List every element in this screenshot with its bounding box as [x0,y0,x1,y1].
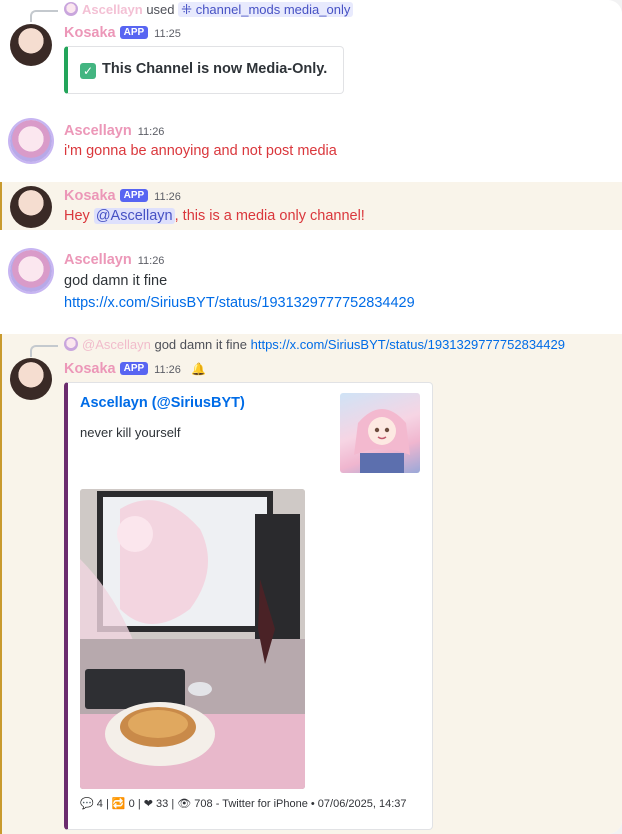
avatar[interactable] [10,120,52,162]
view-count: 708 [194,798,213,810]
message-header: Ascellayn 11:26 [64,122,164,140]
chat-log: Ascellayn used ⁜ channel_mods media_only… [0,0,622,834]
embed-image[interactable] [80,489,305,789]
embed-description: never kill yourself [80,425,181,440]
avatar[interactable] [10,358,52,400]
message-kosaka-1: Ascellayn used ⁜ channel_mods media_only… [0,0,622,100]
bell-icon: 🔔 [191,362,207,376]
app-badge: APP [119,362,149,375]
username[interactable]: Ascellayn [64,252,132,268]
command-pill[interactable]: ⁜ channel_mods media_only [178,2,354,17]
like-count: 33 [156,798,169,810]
message-header: Ascellayn 11:26 [64,251,164,269]
avatar-mini [64,2,78,16]
reply-username[interactable]: Ascellayn [82,2,143,17]
embed-description: ✓ This Channel is now Media-Only. [80,61,327,79]
reply-used-label: used [146,2,175,17]
command-icon: ⁜ [181,2,193,17]
reply-context[interactable]: @Ascellayn god damn it fine https://x.co… [64,337,565,352]
reply-count: 4 [96,798,103,810]
message-text: Hey @Ascellayn, this is a media only cha… [64,208,365,224]
reply-context[interactable]: Ascellayn used ⁜ channel_mods media_only [64,2,354,18]
reply-connector [30,10,58,22]
message-header: Kosaka APP 11:26 [64,187,181,205]
command-name: channel_mods media_only [195,2,351,17]
tweet-date: 07/06/2025, 14:37 [317,798,407,810]
tweet-source: Twitter for iPhone [222,798,308,810]
avatar-mini [64,337,78,351]
embed-thumbnail[interactable] [340,393,420,473]
user-mention[interactable]: @Ascellayn [93,208,175,224]
reply-connector [30,345,58,357]
timestamp[interactable]: 11:26 [138,255,165,267]
embed-footer: 💬 4 | 🔁 0 | ❤ 33 | 👁 708 - Twitter for i… [80,797,407,810]
message-header: Kosaka APP 11:25 [64,24,181,42]
avatar[interactable] [10,250,52,292]
username[interactable]: Ascellayn [64,123,132,139]
tweet-link[interactable]: https://x.com/SiriusBYT/status/193132977… [64,295,415,311]
reply-link[interactable]: https://x.com/SiriusBYT/status/193132977… [251,337,565,352]
reply-text: god damn it fine [154,337,247,352]
username[interactable]: Kosaka [64,188,116,204]
username[interactable]: Kosaka [64,361,116,377]
message-kosaka-2: Kosaka APP 11:26 Hey @Ascellayn, this is a… [0,182,622,230]
message-text: god damn it fine [64,273,168,289]
message-ascellayn-1: Ascellayn 11:26 i'm gonna be annoying and… [0,110,622,180]
avatar[interactable] [10,186,52,228]
timestamp[interactable]: 11:26 [154,364,181,376]
embed-text: This Channel is now Media-Only. [102,61,328,77]
comment-icon: 💬 [80,797,94,810]
embed-author[interactable]: Ascellayn (@SiriusBYT) [80,395,245,411]
message-ascellayn-2: Ascellayn 11:26 god damn it fine https://… [0,240,622,330]
message-text: i'm gonna be annoying and not post media [64,143,337,159]
eye-icon: 👁 [177,797,192,810]
app-badge: APP [119,26,149,39]
message-header: Kosaka APP 11:26 🔔 [64,360,206,378]
app-badge: APP [119,189,149,202]
tweet-embed: Ascellayn (@SiriusBYT) never kill yourse… [64,382,433,830]
reply-username[interactable]: @Ascellayn [82,337,151,352]
username[interactable]: Kosaka [64,25,116,41]
retweet-icon: 🔁 [111,797,126,810]
timestamp[interactable]: 11:25 [154,28,181,40]
timestamp[interactable]: 11:26 [138,126,165,138]
text-prefix: Hey [64,208,94,224]
timestamp[interactable]: 11:26 [154,191,181,203]
heart-icon: ❤ [143,797,153,810]
avatar[interactable] [10,24,52,66]
text-suffix: , this is a media only channel! [174,208,365,224]
check-icon: ✓ [80,63,96,79]
retweet-count: 0 [128,798,135,810]
embed: ✓ This Channel is now Media-Only. [64,46,344,94]
